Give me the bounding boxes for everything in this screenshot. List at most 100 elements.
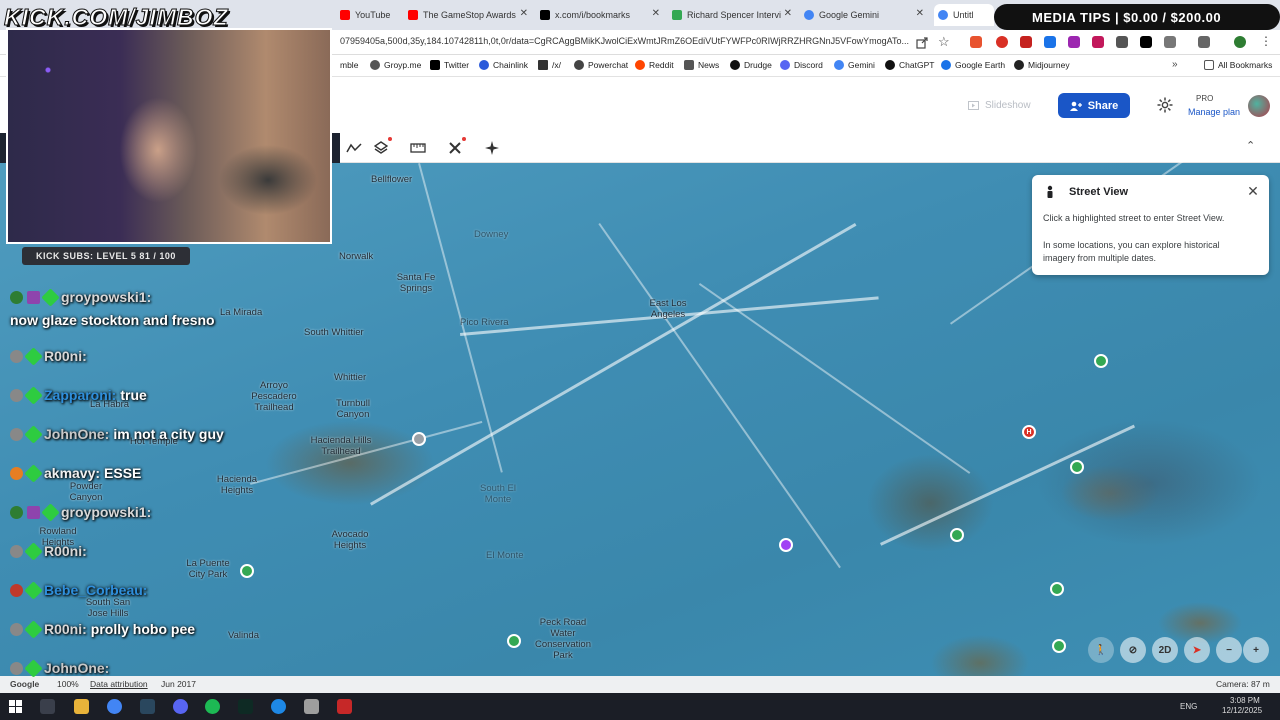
side-panel-icon[interactable] bbox=[1198, 36, 1210, 48]
language-indicator[interactable]: ENG bbox=[1180, 702, 1197, 711]
extension-icon[interactable] bbox=[1116, 36, 1128, 48]
profile-icon[interactable] bbox=[1234, 36, 1246, 48]
map-pin-icon[interactable] bbox=[779, 538, 793, 552]
toggle-2d-button[interactable]: 2D bbox=[1152, 637, 1178, 663]
tab-youtube[interactable]: YouTube bbox=[340, 4, 400, 26]
bookmark-item[interactable]: Midjourney bbox=[1014, 60, 1070, 70]
bookmark-item[interactable]: Chainlink bbox=[479, 60, 528, 70]
app-icon[interactable] bbox=[337, 699, 352, 714]
chevron-up-icon[interactable]: ⌃ bbox=[1246, 139, 1255, 152]
zoom-out-button[interactable]: − bbox=[1216, 637, 1242, 663]
chatgpt-icon bbox=[885, 60, 895, 70]
manage-plan-link[interactable]: Manage plan bbox=[1188, 107, 1240, 117]
steam-icon[interactable] bbox=[140, 699, 155, 714]
extension-icon[interactable] bbox=[1020, 36, 1032, 48]
bookmark-item[interactable]: Powerchat bbox=[574, 60, 628, 70]
task-view-icon[interactable] bbox=[40, 699, 55, 714]
share-button[interactable]: Share bbox=[1058, 93, 1130, 118]
clock-time[interactable]: 3:08 PM bbox=[1230, 696, 1260, 705]
street-view-note: In some locations, you can explore histo… bbox=[1043, 240, 1220, 263]
compass-icon[interactable]: ⊘ bbox=[1120, 637, 1146, 663]
extension-icon[interactable] bbox=[1068, 36, 1080, 48]
chrome-icon[interactable] bbox=[107, 699, 122, 714]
all-bookmarks-button[interactable]: All Bookmarks bbox=[1204, 60, 1272, 70]
close-icon[interactable]: ✕ bbox=[784, 8, 792, 19]
street-view-panel: Street View ✕ Click a highlighted street… bbox=[1032, 175, 1269, 275]
badge-icon bbox=[24, 346, 43, 366]
spotify-icon[interactable] bbox=[205, 699, 220, 714]
extension-icon[interactable] bbox=[996, 36, 1008, 48]
clock-date[interactable]: 12/12/2025 bbox=[1222, 706, 1262, 715]
zoom-in-button[interactable]: + bbox=[1243, 637, 1269, 663]
tab-google-gemini[interactable]: Google Gemini ✕ bbox=[804, 4, 928, 26]
discord-icon[interactable] bbox=[173, 699, 188, 714]
badge-icon bbox=[24, 619, 43, 639]
pegman-icon[interactable]: 🚶 bbox=[1088, 637, 1114, 663]
chat-message: R00ni: prolly hobo pee bbox=[10, 619, 195, 639]
extension-icon[interactable] bbox=[1092, 36, 1104, 48]
news-icon bbox=[684, 60, 694, 70]
chat-message: now glaze stockton and fresno bbox=[10, 312, 215, 328]
sparkle-icon[interactable] bbox=[483, 139, 501, 157]
webcam-feed bbox=[6, 28, 332, 244]
map-pin-icon[interactable] bbox=[412, 432, 426, 446]
measure-ruler-icon[interactable] bbox=[409, 139, 427, 157]
tab-gamestop-awards[interactable]: The GameStop Awards ✕ bbox=[408, 4, 532, 26]
map-label: La Mirada bbox=[220, 307, 263, 318]
slideshow-button[interactable]: Slideshow bbox=[958, 93, 1044, 117]
app-icon[interactable] bbox=[304, 699, 319, 714]
x-icon[interactable] bbox=[1140, 36, 1152, 48]
bookmark-item[interactable]: Discord bbox=[780, 60, 823, 70]
url-input[interactable]: 07959405a,500d,35y,184.10742811h,0t,0r/d… bbox=[340, 36, 910, 46]
gemini-icon bbox=[834, 60, 844, 70]
tab-untitled[interactable]: Untitl bbox=[934, 4, 994, 26]
map-label: Santa Fe Springs bbox=[396, 272, 436, 294]
data-attribution-link[interactable]: Data attribution bbox=[90, 679, 148, 689]
bookmark-item[interactable]: News bbox=[684, 60, 719, 70]
bookmark-item[interactable]: Reddit bbox=[635, 60, 674, 70]
extensions-puzzle-icon[interactable] bbox=[1164, 36, 1176, 48]
close-icon[interactable]: ✕ bbox=[520, 8, 528, 19]
bookmark-item[interactable]: Google Earth bbox=[941, 60, 1005, 70]
bookmark-item[interactable]: Gemini bbox=[834, 60, 875, 70]
close-icon[interactable]: ✕ bbox=[1245, 183, 1261, 199]
more-menu-icon[interactable]: ⋮ bbox=[1260, 34, 1272, 48]
chevron-right-icon[interactable]: » bbox=[1172, 59, 1178, 70]
bookmark-item[interactable]: /x/ bbox=[538, 60, 561, 70]
share-page-icon[interactable] bbox=[916, 37, 928, 49]
park-pin-icon[interactable] bbox=[507, 634, 521, 648]
reddit-icon bbox=[635, 60, 645, 70]
tab-x-bookmarks[interactable]: x.com/i/bookmarks ✕ bbox=[540, 4, 664, 26]
park-pin-icon[interactable] bbox=[1094, 354, 1108, 368]
park-pin-icon[interactable] bbox=[950, 528, 964, 542]
hospital-pin-icon[interactable]: H bbox=[1022, 425, 1036, 439]
bookmark-item[interactable]: Twitter bbox=[430, 60, 469, 70]
file-explorer-icon[interactable] bbox=[74, 699, 89, 714]
bookmark-item[interactable]: mble bbox=[340, 60, 358, 70]
draw-path-icon[interactable] bbox=[345, 139, 363, 157]
park-pin-icon[interactable] bbox=[1070, 460, 1084, 474]
close-icon[interactable]: ✕ bbox=[916, 8, 924, 19]
extension-icon[interactable] bbox=[1044, 36, 1056, 48]
avatar[interactable] bbox=[1248, 95, 1270, 117]
app-icon[interactable] bbox=[271, 699, 286, 714]
location-icon[interactable]: ➤ bbox=[1184, 637, 1210, 663]
close-icon[interactable]: ✕ bbox=[652, 8, 660, 19]
park-pin-icon[interactable] bbox=[1052, 639, 1066, 653]
park-pin-icon[interactable] bbox=[1050, 582, 1064, 596]
bookmark-item[interactable]: Groyp.me bbox=[370, 60, 421, 70]
tab-richard-spencer[interactable]: Richard Spencer Intervi ✕ bbox=[672, 4, 796, 26]
bookmark-item[interactable]: ChatGPT bbox=[885, 60, 934, 70]
badge-icon bbox=[27, 505, 40, 519]
freeway bbox=[880, 424, 1136, 546]
bookmark-item[interactable]: Drudge bbox=[730, 60, 772, 70]
park-pin-icon[interactable] bbox=[240, 564, 254, 578]
grid-icon bbox=[538, 60, 548, 70]
extension-icon[interactable] bbox=[970, 36, 982, 48]
terminal-icon[interactable] bbox=[238, 699, 253, 714]
windows-start-icon[interactable] bbox=[9, 700, 22, 713]
gear-icon[interactable] bbox=[1156, 96, 1174, 114]
bookmark-star-icon[interactable]: ☆ bbox=[938, 34, 950, 50]
layers-icon[interactable] bbox=[372, 137, 392, 157]
tools-icon[interactable] bbox=[446, 137, 466, 157]
